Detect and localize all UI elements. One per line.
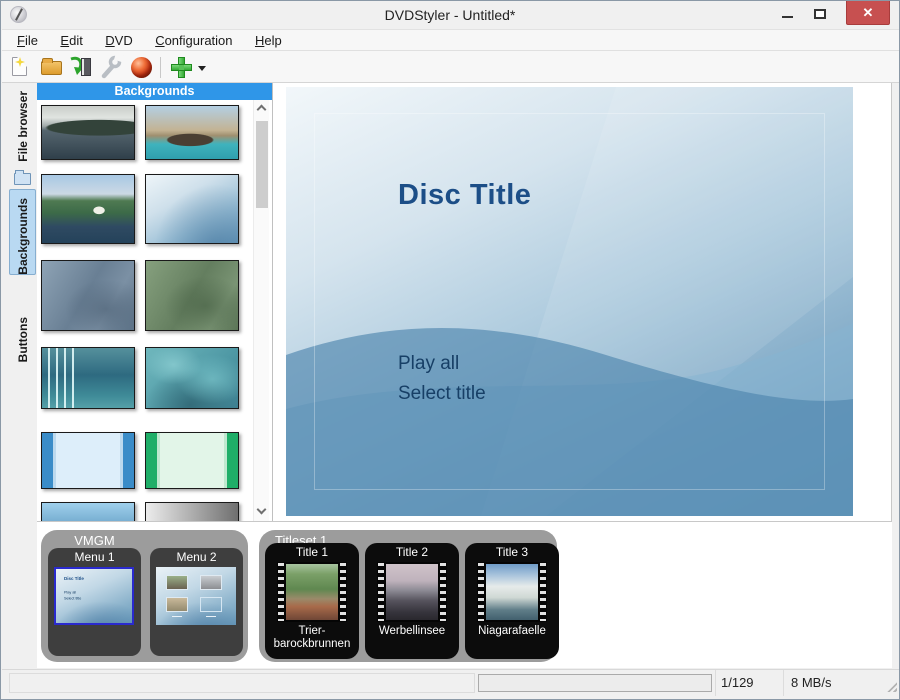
background-thumbnail-river-aerial[interactable] (41, 174, 135, 244)
waterfall-thumbnail (486, 564, 538, 620)
minimize-icon (782, 16, 793, 18)
add-file-dropdown-arrow[interactable] (198, 66, 206, 71)
titleset-group: Titleset 1 Title 1 Trier-barockbrunnen T… (259, 530, 557, 662)
background-thumbnail-gray-gradient[interactable] (145, 502, 239, 521)
menu-1-label: Menu 1 (48, 550, 141, 564)
menu-2-thumbnail (156, 567, 236, 625)
title-3-label: Title 3 (465, 545, 559, 559)
wrench-icon (98, 54, 125, 81)
burn-disc-icon (131, 57, 152, 78)
new-document-icon (12, 57, 27, 76)
backgrounds-panel-header: Backgrounds (37, 83, 272, 100)
open-folder-icon (41, 61, 62, 75)
open-project-button[interactable] (38, 54, 65, 81)
backgrounds-scrollbar[interactable] (253, 100, 269, 521)
toolbar (2, 51, 900, 83)
menu-help[interactable]: Help (246, 30, 291, 51)
menu-configuration[interactable]: Configuration (146, 30, 241, 51)
duration-status: 1/129 Minutes (715, 670, 783, 696)
menu-bar: File Edit DVD Configuration Help (2, 29, 900, 51)
background-thumbnail-green-bars[interactable] (145, 432, 239, 489)
book-icon (81, 58, 91, 76)
capacity-progress-bar (478, 674, 712, 692)
tab-backgrounds[interactable]: Backgrounds (9, 189, 36, 275)
backgrounds-thumbnail-list (37, 100, 253, 521)
background-thumbnail-green-blur[interactable] (145, 260, 239, 331)
filmstrip-icon (277, 562, 347, 622)
sparkle-icon (15, 57, 25, 67)
background-thumbnail-teal-texture[interactable] (145, 347, 239, 409)
background-thumbnail-blue-blur[interactable] (41, 260, 135, 331)
title-1-label: Title 1 (265, 545, 359, 559)
title-1-card[interactable]: Title 1 Trier-barockbrunnen (265, 543, 359, 659)
select-title-button-object[interactable]: Select title (398, 383, 486, 405)
empty-box (200, 597, 222, 612)
tab-buttons-label: Buttons (16, 317, 30, 362)
new-project-button[interactable] (7, 54, 34, 81)
bitrate-status: 8 MB/s (783, 670, 873, 696)
background-thumbnail-blue-waves[interactable] (145, 174, 239, 244)
settings-button[interactable] (98, 54, 125, 81)
menu-2-label: Menu 2 (150, 550, 243, 564)
menu-editor-canvas[interactable]: Disc Title Play all Select title (273, 83, 892, 521)
dvd-menu-preview[interactable]: Disc Title Play all Select title (286, 87, 853, 516)
menu-dvd[interactable]: DVD (96, 30, 141, 51)
filmstrip-icon (477, 562, 547, 622)
menu-edit[interactable]: Edit (51, 30, 91, 51)
title-2-name: Werbellinsee (367, 625, 457, 638)
window-title: DVDStyler - Untitled* (1, 1, 899, 29)
title-3-card[interactable]: Title 3 Niagarafaelle (465, 543, 559, 659)
burn-button[interactable] (128, 54, 155, 81)
scroll-down-arrow[interactable] (257, 505, 267, 515)
status-bar: 1/129 Minutes 8 MB/s (2, 669, 900, 695)
scroll-up-arrow[interactable] (257, 105, 267, 115)
plus-icon (170, 56, 193, 79)
storyboard-panel: VMGM Menu 1 Disc Title Play all Select t… (37, 521, 892, 668)
tab-file-browser[interactable]: File browser (9, 91, 36, 195)
resize-grip[interactable] (885, 680, 897, 692)
close-button[interactable]: ✕ (846, 1, 890, 25)
scrollbar-thumb[interactable] (256, 121, 268, 208)
safe-area-rectangle (314, 113, 825, 490)
tab-backgrounds-label: Backgrounds (16, 198, 30, 275)
background-thumbnail-blue-gradient[interactable] (41, 502, 135, 521)
add-file-button[interactable] (168, 54, 195, 81)
menu-file[interactable]: File (8, 30, 47, 51)
tab-buttons[interactable]: Buttons (9, 313, 36, 373)
tab-file-browser-label: File browser (16, 91, 30, 162)
background-thumbnail-ocean-island[interactable] (41, 105, 135, 160)
photo-box (166, 575, 188, 590)
title-bar: DVDStyler - Untitled* ✕ (1, 1, 899, 29)
fountain-thumbnail (286, 564, 338, 620)
folder-icon (14, 173, 31, 185)
title-1-name: Trier-barockbrunnen (267, 625, 357, 651)
pier-thumbnail (386, 564, 438, 620)
menu-1-card[interactable]: Menu 1 Disc Title Play all Select title (48, 548, 141, 656)
maximize-button[interactable] (809, 5, 831, 24)
photo-box (200, 575, 222, 590)
title-3-name: Niagarafaelle (467, 625, 557, 638)
maximize-icon (814, 9, 826, 19)
background-thumbnail-teal-stripes[interactable] (41, 347, 135, 409)
menu-1-thumbnail: Disc Title Play all Select title (54, 567, 134, 625)
background-thumbnail-blue-bars[interactable] (41, 432, 135, 489)
disc-title-object[interactable]: Disc Title (398, 179, 531, 212)
photo-box (166, 597, 188, 612)
vmgm-group: VMGM Menu 1 Disc Title Play all Select t… (41, 530, 248, 662)
title-2-label: Title 2 (365, 545, 459, 559)
filmstrip-icon (377, 562, 447, 622)
vmgm-group-label: VMGM (48, 533, 141, 548)
toolbar-separator (160, 57, 161, 78)
app-window: DVDStyler - Untitled* ✕ File Edit DVD Co… (0, 0, 900, 700)
background-thumbnail-beach-ship[interactable] (145, 105, 239, 160)
save-import-button[interactable] (68, 54, 95, 81)
backgrounds-panel: Backgrounds (37, 83, 273, 521)
play-all-button-object[interactable]: Play all (398, 353, 459, 375)
minimize-button[interactable] (777, 5, 799, 24)
menu-2-card[interactable]: Menu 2 (150, 548, 243, 656)
status-message-field (9, 673, 475, 693)
title-2-card[interactable]: Title 2 Werbellinsee (365, 543, 459, 659)
sidebar-tabstrip: File browser Backgrounds Buttons (9, 83, 37, 669)
